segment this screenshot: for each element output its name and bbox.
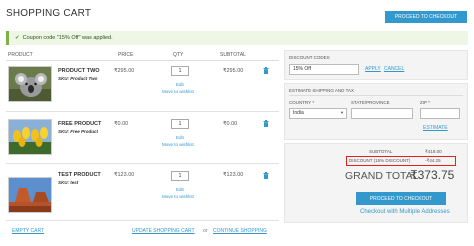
checkout-top-button[interactable]: Proceed to Checkout [385,11,467,23]
update-cart-link[interactable]: UPDATE SHOPPING CART [132,228,195,234]
trash-icon[interactable] [263,172,269,179]
product-name[interactable]: FREE PRODUCT [58,121,101,127]
estimate-shipping-panel: ESTIMATE SHIPPING AND TAX COUNTRY * Indi… [284,83,468,140]
empty-cart-link[interactable]: EMPTY CART [12,228,44,234]
estimate-divider [289,95,463,96]
product-price: ₹295.00 [114,68,135,74]
country-label: COUNTRY * [289,100,315,105]
col-head-subtotal: SUBTOTAL [220,52,246,58]
header-divider [6,60,279,61]
product-name[interactable]: TEST PRODUCT [58,172,101,178]
state-input[interactable] [351,108,413,119]
continue-shopping-link[interactable]: CONTINUE SHOPPING [213,228,267,234]
discount-label: DISCOUNT CODES [289,55,330,60]
product-subtotal: ₹0.00 [223,121,238,127]
row-divider [6,220,279,221]
move-to-wishlist-link[interactable]: Move to wishlist [162,194,194,199]
discount-highlight [346,156,456,166]
grand-total-label: GRAND TOTAL [345,170,419,182]
check-icon: ✔ [15,35,20,41]
discount-code-input[interactable]: 15% Off [289,64,359,75]
estimate-label: ESTIMATE SHIPPING AND TAX [289,88,355,93]
qty-input[interactable]: 1 [171,66,189,76]
move-to-wishlist-link[interactable]: Move to wishlist [162,142,194,147]
checkout-bottom-button[interactable]: Proceed to Checkout [356,192,446,205]
zip-input[interactable] [420,108,460,119]
success-message-text: Coupon code "15% Off" was applied. [22,35,113,41]
grand-total-value: ₹373.75 [410,168,455,182]
qty-input[interactable]: 1 [171,119,189,129]
edit-link[interactable]: Edit [176,82,184,87]
product-sku: SKU: Product Two [58,76,98,81]
zip-label: ZIP * [420,100,430,105]
product-sku: SKU: test [58,180,79,185]
subtotal-value: ₹418.00 [425,149,442,154]
col-head-qty: QTY [173,52,184,58]
col-head-product: PRODUCT [8,52,33,58]
product-price: ₹0.00 [114,121,129,127]
product-price: ₹123.00 [114,172,135,178]
page-title: SHOPPING CART [6,8,92,19]
product-subtotal: ₹295.00 [223,68,244,74]
product-sku: SKU: Free Product [58,129,99,134]
move-to-wishlist-link[interactable]: Move to wishlist [162,89,194,94]
trash-icon[interactable] [263,120,269,127]
apply-discount-link[interactable]: APPLY [365,66,381,72]
cancel-discount-link[interactable]: CANCEL [384,66,404,72]
koala-photo[interactable] [8,66,52,102]
edit-link[interactable]: Edit [176,135,184,140]
desert-photo[interactable] [8,177,52,213]
chevron-down-icon: ▼ [340,110,344,115]
col-head-price: PRICE [118,52,134,58]
edit-link[interactable]: Edit [176,187,184,192]
or-separator: or [203,228,208,234]
qty-input[interactable]: 1 [171,171,189,181]
product-subtotal: ₹123.00 [223,172,244,178]
success-message: ✔ Coupon code "15% Off" was applied. [6,31,468,45]
discount-codes-panel: DISCOUNT CODES 15% Off APPLY CANCEL [284,50,468,80]
country-select[interactable]: India [289,108,347,119]
multi-address-checkout-link[interactable]: Checkout with Multiple Addresses [360,209,450,215]
state-label: STATE/PROVINCE [351,100,390,105]
row-divider [6,111,279,112]
tulips-photo[interactable] [8,119,52,155]
trash-icon[interactable] [263,67,269,74]
product-name[interactable]: PRODUCT TWO [58,68,100,74]
subtotal-label: SUBTOTAL [369,149,393,154]
row-divider [6,163,279,164]
estimate-link[interactable]: ESTIMATE [423,125,448,131]
